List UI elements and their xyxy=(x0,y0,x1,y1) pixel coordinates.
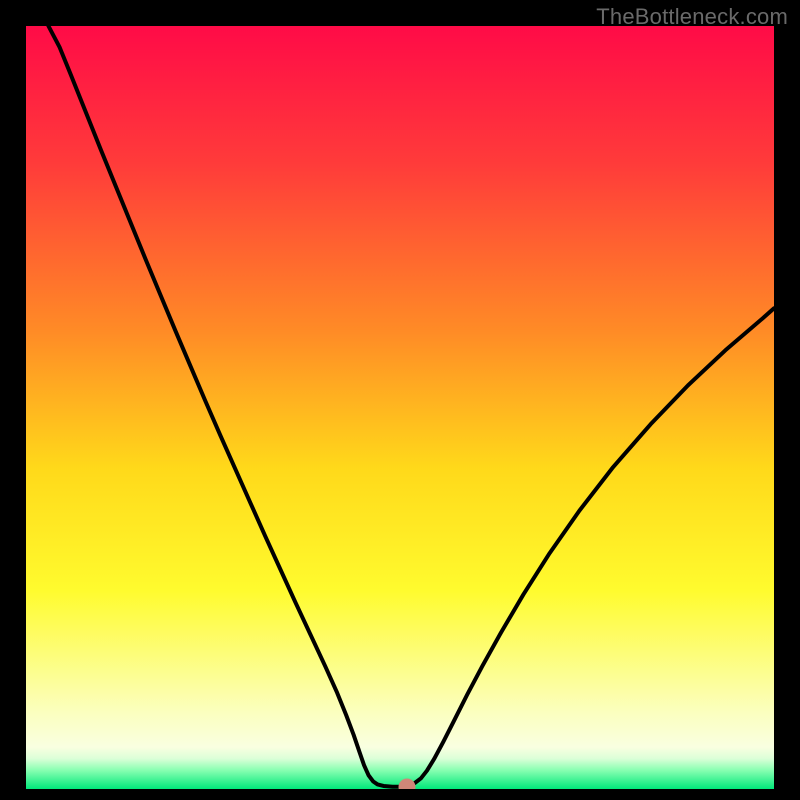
gradient-background xyxy=(26,26,774,789)
watermark-text: TheBottleneck.com xyxy=(596,4,788,30)
marker-dot xyxy=(399,778,416,789)
chart-container: TheBottleneck.com xyxy=(0,0,800,800)
chart-svg xyxy=(26,26,774,789)
plot-area xyxy=(26,26,774,789)
